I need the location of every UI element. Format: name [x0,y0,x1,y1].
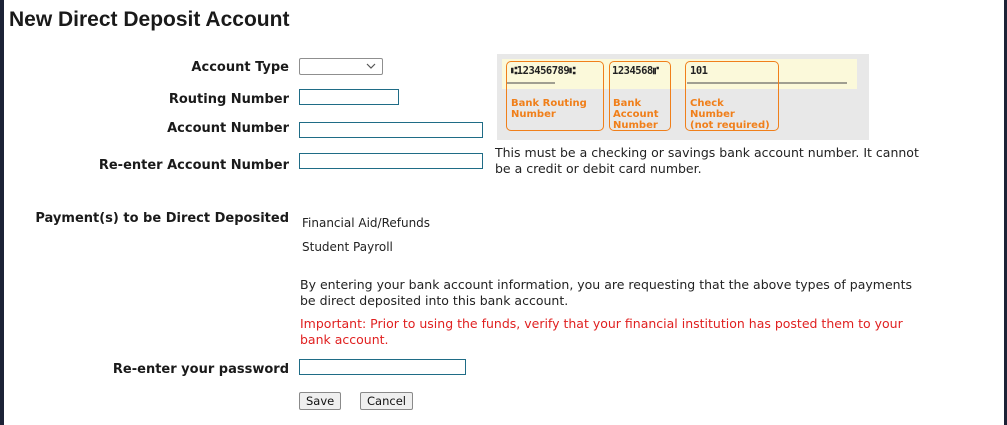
payment-type-item: Student Payroll [302,240,393,254]
check-caption-line: Check [690,98,724,109]
routing-caption-line: Bank Routing [511,98,587,109]
reenter-account-number-label: Re-enter Account Number [98,158,289,173]
routing-number-label: Routing Number [168,92,289,107]
routing-caption: Bank Routing Number [511,98,587,120]
routing-caption-line: Number [511,109,556,120]
password-input[interactable] [299,359,466,375]
check-caption-line: Number [690,109,735,120]
check-caption-line: (not required) [690,120,770,131]
account-note-line: be a credit or debit card number. [495,161,702,176]
form-panel: New Direct Deposit Account Account Type … [4,0,1004,425]
account-caption-line: Account [613,109,659,120]
account-type-label: Account Type [191,60,289,75]
page-title: New Direct Deposit Account [9,8,290,31]
consent-text-line: By entering your bank account informatio… [300,277,912,292]
cancel-button[interactable]: Cancel [360,392,413,410]
chevron-down-icon [366,63,376,69]
account-caption-line: Number [613,120,658,131]
routing-highlight-box [506,61,604,131]
reenter-account-number-input[interactable] [299,153,483,169]
account-note-line: This must be a checking or savings bank … [495,145,919,160]
routing-number-input[interactable] [299,89,399,105]
account-type-select[interactable] [299,58,383,75]
payments-label: Payment(s) to be Direct Deposited [35,211,289,226]
consent-text-line: be direct deposited into this bank accou… [300,293,569,308]
important-text-line: bank account. [300,332,389,347]
sample-check-image: ⑆123456789⑆ 1234568⑈ 101 Bank Routing Nu… [497,54,869,140]
account-number-label: Account Number [167,121,289,136]
save-button[interactable]: Save [299,392,342,410]
check-number-caption: Check Number (not required) [690,98,770,131]
payment-type-item: Financial Aid/Refunds [302,216,431,230]
important-text-line: Important: Prior to using the funds, ver… [300,316,903,331]
account-caption: Bank Account Number [613,98,658,131]
account-number-input[interactable] [299,122,483,138]
password-label: Re-enter your password [112,362,289,377]
account-caption-line: Bank [613,98,642,109]
